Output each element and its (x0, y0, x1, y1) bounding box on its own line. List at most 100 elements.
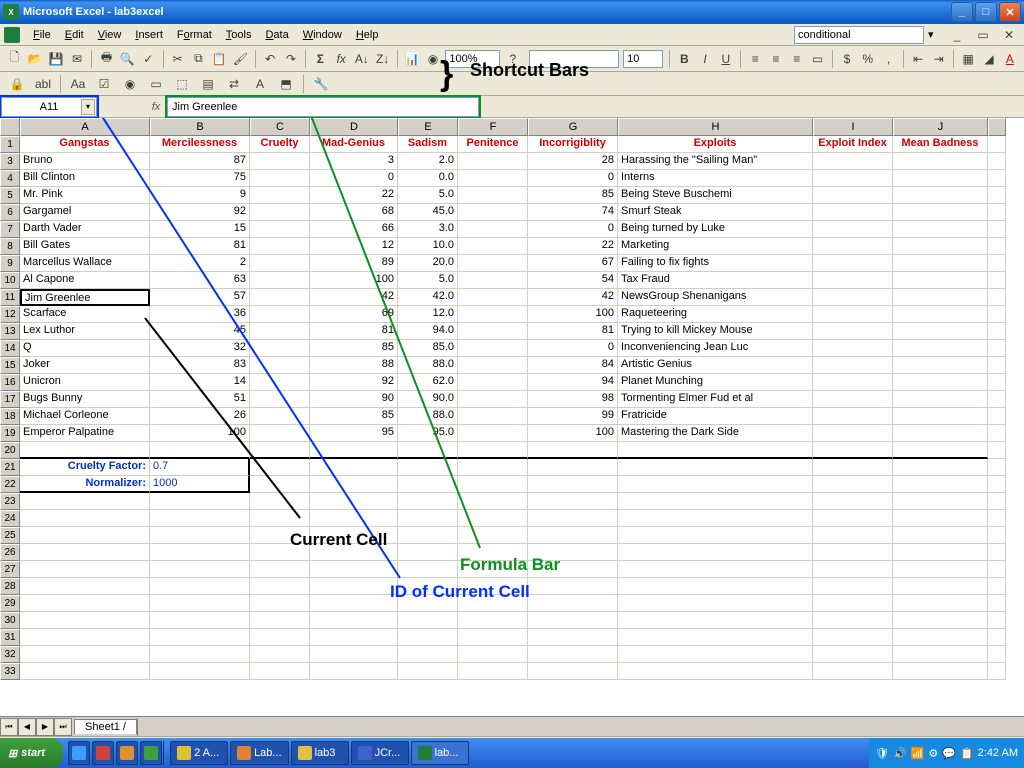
cell[interactable]: Being turned by Luke (618, 221, 813, 238)
align-left-icon[interactable]: ≡ (747, 48, 764, 70)
cell[interactable] (893, 629, 988, 646)
cell[interactable]: Cruelty Factor: (20, 459, 150, 476)
cell[interactable]: 7 (0, 221, 20, 238)
cell[interactable] (893, 527, 988, 544)
cell[interactable]: 100 (528, 425, 618, 442)
cell[interactable]: Gangstas (20, 136, 150, 153)
cell[interactable] (458, 544, 528, 561)
sort-asc-icon[interactable]: A↓ (353, 48, 370, 70)
cell[interactable]: H (618, 118, 813, 136)
cell[interactable] (813, 357, 893, 374)
cell[interactable] (813, 153, 893, 170)
maximize-button[interactable]: □ (975, 2, 997, 22)
tb-icon-8[interactable]: A (249, 73, 271, 95)
cell[interactable] (813, 527, 893, 544)
sheet-tab[interactable]: Sheet1 / (74, 719, 137, 734)
quicklaunch-2-icon[interactable] (92, 741, 114, 765)
name-dropdown-icon[interactable]: ▾ (81, 99, 95, 115)
cell[interactable]: Raqueteering (618, 306, 813, 323)
cell[interactable] (458, 425, 528, 442)
cell[interactable] (458, 561, 528, 578)
underline-button[interactable]: U (717, 48, 734, 70)
tb-icon-5[interactable]: ⬚ (171, 73, 193, 95)
cell[interactable]: Tax Fraud (618, 272, 813, 289)
cell[interactable] (458, 374, 528, 391)
cell[interactable] (150, 578, 250, 595)
cell[interactable] (20, 527, 150, 544)
new-icon[interactable]: 🗋 (6, 48, 23, 70)
cell[interactable] (528, 578, 618, 595)
menu-view[interactable]: View (91, 27, 129, 43)
cell[interactable] (893, 595, 988, 612)
cell[interactable]: Darth Vader (20, 221, 150, 238)
cell[interactable]: 21 (0, 459, 20, 476)
cell[interactable]: 26 (0, 544, 20, 561)
cell[interactable] (988, 340, 1006, 357)
cell[interactable]: 69 (310, 306, 398, 323)
cell[interactable] (250, 323, 310, 340)
cell[interactable] (988, 323, 1006, 340)
cell[interactable] (988, 272, 1006, 289)
cell[interactable] (398, 459, 458, 476)
cell[interactable] (458, 578, 528, 595)
cell[interactable] (813, 476, 893, 493)
cell[interactable] (250, 544, 310, 561)
cell[interactable]: 27 (0, 561, 20, 578)
doc-close-button[interactable]: ✕ (998, 24, 1020, 46)
cell[interactable]: Al Capone (20, 272, 150, 289)
cell[interactable] (618, 476, 813, 493)
cell[interactable]: 81 (150, 238, 250, 255)
task-item[interactable]: 2 A... (170, 741, 228, 765)
cell[interactable] (398, 595, 458, 612)
cell[interactable] (310, 646, 398, 663)
cell[interactable]: 75 (150, 170, 250, 187)
cell[interactable]: 88 (310, 357, 398, 374)
cell[interactable]: Smurf Steak (618, 204, 813, 221)
cell[interactable]: Penitence (458, 136, 528, 153)
menu-help[interactable]: Help (349, 27, 386, 43)
cell[interactable] (988, 578, 1006, 595)
cell[interactable] (988, 629, 1006, 646)
cell[interactable] (398, 561, 458, 578)
sort-desc-icon[interactable]: Z↓ (374, 48, 391, 70)
cell[interactable] (458, 459, 528, 476)
print-icon[interactable]: 🖶 (98, 48, 115, 70)
cell[interactable] (988, 646, 1006, 663)
cell[interactable]: 83 (150, 357, 250, 374)
cell[interactable]: 14 (0, 340, 20, 357)
conditional-input[interactable] (794, 26, 924, 44)
task-item[interactable]: lab3 (291, 741, 349, 765)
cell[interactable] (813, 255, 893, 272)
cell[interactable] (250, 459, 310, 476)
worksheet[interactable]: ABCDEFGHIJ1GangstasMercilessnessCrueltyM… (0, 118, 1024, 716)
cell[interactable]: Michael Corleone (20, 408, 150, 425)
cell[interactable] (458, 221, 528, 238)
cell[interactable] (250, 255, 310, 272)
cell[interactable] (813, 221, 893, 238)
menu-file[interactable]: File (26, 27, 58, 43)
cell[interactable] (813, 374, 893, 391)
cell[interactable] (528, 646, 618, 663)
cell[interactable] (618, 527, 813, 544)
minimize-button[interactable]: _ (951, 2, 973, 22)
cell[interactable] (528, 493, 618, 510)
cell[interactable]: 85 (310, 340, 398, 357)
cell[interactable]: C (250, 118, 310, 136)
fx-label[interactable]: fx (145, 101, 167, 113)
cell[interactable] (813, 459, 893, 476)
cell[interactable] (150, 595, 250, 612)
cell[interactable]: 4 (0, 170, 20, 187)
cell[interactable] (618, 629, 813, 646)
cell[interactable]: Harassing the "Sailing Man" (618, 153, 813, 170)
cell[interactable] (250, 442, 310, 459)
cell[interactable] (988, 595, 1006, 612)
tab-nav-last[interactable]: ⏭ (54, 718, 72, 736)
cell[interactable]: 20 (0, 442, 20, 459)
cell[interactable] (893, 459, 988, 476)
cell[interactable]: 5.0 (398, 272, 458, 289)
cell[interactable] (813, 391, 893, 408)
cell[interactable]: 90 (310, 391, 398, 408)
cell[interactable]: D (310, 118, 398, 136)
cell[interactable] (310, 612, 398, 629)
cell[interactable]: Mad-Genius (310, 136, 398, 153)
